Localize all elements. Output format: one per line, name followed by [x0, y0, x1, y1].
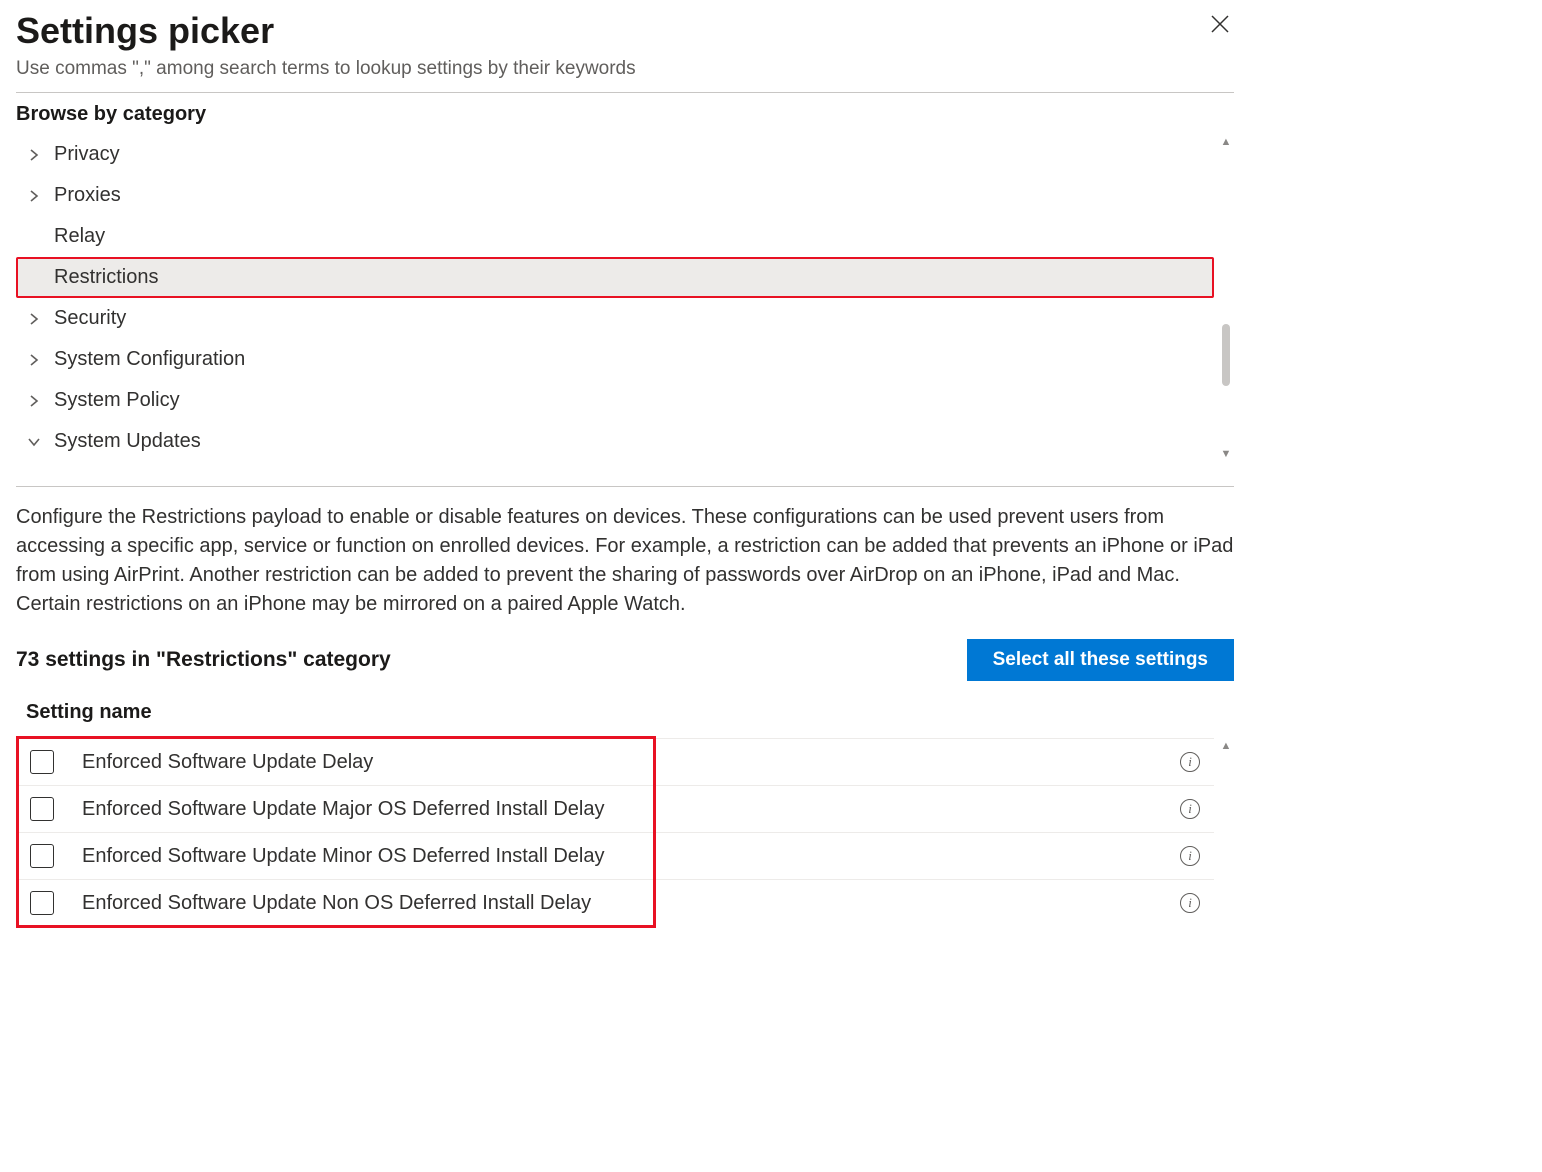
chevron-right-icon[interactable] [24, 190, 44, 202]
setting-row[interactable]: Enforced Software Update Non OS Deferred… [16, 879, 1214, 926]
setting-label: Enforced Software Update Minor OS Deferr… [82, 845, 1180, 868]
category-label: Privacy [54, 143, 120, 166]
info-icon[interactable]: i [1180, 893, 1200, 913]
category-label: Restrictions [54, 266, 158, 289]
chevron-down-icon[interactable] [24, 436, 44, 448]
category-item-system-configuration[interactable]: System Configuration [16, 339, 1214, 380]
category-list: Privacy Proxies Relay Restrictions Security S… [16, 134, 1234, 462]
info-icon[interactable]: i [1180, 846, 1200, 866]
category-label: Relay [54, 225, 105, 248]
scroll-up-icon[interactable]: ▲ [1219, 738, 1234, 754]
category-scrollbar[interactable]: ▲ ▼ [1218, 134, 1234, 462]
category-item-proxies[interactable]: Proxies [16, 175, 1214, 216]
scroll-down-icon[interactable]: ▼ [1219, 446, 1234, 462]
category-label: System Policy [54, 389, 180, 412]
category-label: Proxies [54, 184, 121, 207]
setting-label: Enforced Software Update Delay [82, 751, 1180, 774]
category-item-system-updates[interactable]: System Updates [16, 421, 1214, 462]
setting-row[interactable]: Enforced Software Update Delayi [16, 738, 1214, 785]
chevron-right-icon[interactable] [24, 395, 44, 407]
settings-table: Enforced Software Update DelayiEnforced … [16, 738, 1234, 926]
settings-count-label: 73 settings in "Restrictions" category [16, 648, 391, 672]
chevron-right-icon[interactable] [24, 149, 44, 161]
page-title: Settings picker [16, 10, 636, 52]
setting-checkbox[interactable] [30, 797, 54, 821]
divider [16, 92, 1234, 93]
info-icon[interactable]: i [1180, 752, 1200, 772]
info-icon[interactable]: i [1180, 799, 1200, 819]
category-item-system-policy[interactable]: System Policy [16, 380, 1214, 421]
scroll-thumb[interactable] [1222, 324, 1230, 386]
select-all-button[interactable]: Select all these settings [967, 639, 1234, 681]
category-item-restrictions[interactable]: Restrictions [16, 257, 1214, 298]
close-button[interactable] [1206, 10, 1234, 43]
category-description: Configure the Restrictions payload to en… [16, 503, 1234, 619]
divider [16, 486, 1234, 487]
setting-row[interactable]: Enforced Software Update Major OS Deferr… [16, 785, 1214, 832]
setting-checkbox[interactable] [30, 750, 54, 774]
scroll-up-icon[interactable]: ▲ [1219, 134, 1234, 150]
setting-checkbox[interactable] [30, 844, 54, 868]
category-label: System Updates [54, 430, 201, 453]
category-item-privacy[interactable]: Privacy [16, 134, 1214, 175]
setting-row[interactable]: Enforced Software Update Minor OS Deferr… [16, 832, 1214, 879]
setting-label: Enforced Software Update Major OS Deferr… [82, 798, 1180, 821]
category-label: System Configuration [54, 348, 245, 371]
setting-label: Enforced Software Update Non OS Deferred… [82, 892, 1180, 915]
settings-scrollbar[interactable]: ▲ [1218, 738, 1234, 926]
browse-by-category-label: Browse by category [16, 103, 1234, 126]
category-item-security[interactable]: Security [16, 298, 1214, 339]
column-header-setting-name[interactable]: Setting name [16, 695, 1234, 738]
chevron-right-icon[interactable] [24, 313, 44, 325]
category-label: Security [54, 307, 126, 330]
chevron-right-icon[interactable] [24, 354, 44, 366]
setting-checkbox[interactable] [30, 891, 54, 915]
category-item-relay[interactable]: Relay [16, 216, 1214, 257]
page-subtitle: Use commas "," among search terms to loo… [16, 58, 636, 80]
close-icon [1210, 14, 1230, 34]
